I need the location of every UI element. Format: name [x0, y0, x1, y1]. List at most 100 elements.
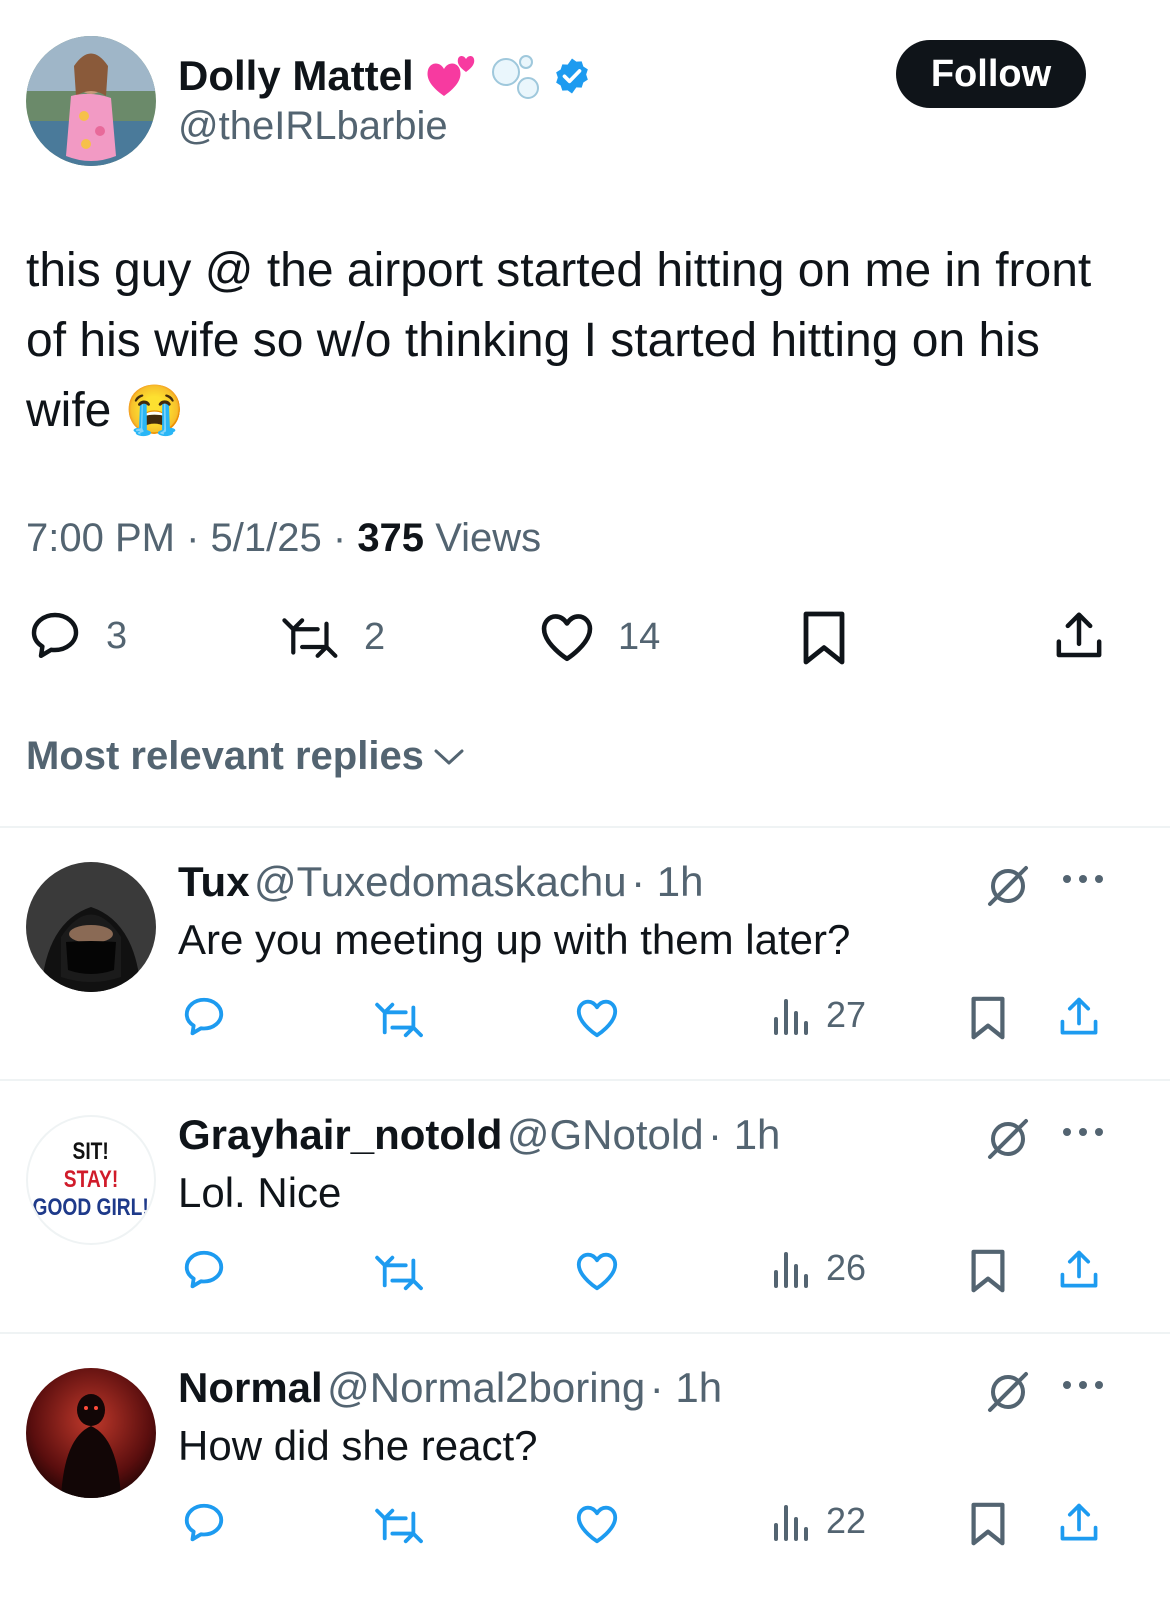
reply-like-button[interactable]	[574, 1502, 620, 1546]
reply-time[interactable]: 1h	[657, 858, 704, 905]
share-button[interactable]	[1052, 608, 1106, 664]
reply-views-count: 22	[826, 1500, 867, 1541]
replies-sort-dropdown[interactable]: Most relevant replies	[26, 734, 466, 779]
reply-views-count: 27	[826, 994, 867, 1035]
hearts-icon	[424, 50, 478, 102]
reply-views-button[interactable]: 22	[772, 1500, 866, 1542]
reply-author-name[interactable]: Tux	[178, 858, 250, 905]
like-count: 14	[618, 615, 661, 658]
like-icon	[574, 1249, 620, 1293]
more-button[interactable]	[1060, 872, 1106, 886]
reply-views-count: 26	[826, 1247, 867, 1288]
reply-like-button[interactable]	[574, 1249, 620, 1293]
bookmark-icon	[800, 608, 848, 668]
reply-avatar[interactable]: SIT! STAY! GOOD GIRL!	[26, 1115, 156, 1245]
more-button[interactable]	[1060, 1125, 1106, 1139]
share-icon	[1056, 1500, 1102, 1546]
follow-button[interactable]: Follow	[896, 40, 1086, 108]
reply-author-handle[interactable]: @Normal2boring	[327, 1364, 645, 1411]
bookmark-icon	[968, 1247, 1008, 1295]
reply-repost-button[interactable]	[372, 1504, 428, 1546]
bookmark-icon	[968, 994, 1008, 1042]
repost-button[interactable]: 2	[280, 612, 385, 662]
crying-emoji: 😭	[124, 384, 185, 437]
reply-icon	[180, 994, 228, 1040]
grok-icon	[984, 862, 1032, 910]
post-meta: 7:00 PM · 5/1/25 · 375 Views	[26, 516, 542, 560]
reply-time[interactable]: 1h	[734, 1111, 781, 1158]
reply-repost-button[interactable]	[372, 1251, 428, 1293]
post-date[interactable]: 5/1/25	[211, 516, 322, 560]
author-avatar[interactable]	[26, 36, 156, 166]
like-icon	[574, 1502, 620, 1546]
reply-views-button[interactable]: 27	[772, 994, 866, 1036]
more-icon	[1060, 1378, 1106, 1392]
post-time[interactable]: 7:00 PM	[26, 516, 175, 560]
reply-text: Are you meeting up with them later?	[178, 916, 851, 963]
grok-button[interactable]	[984, 1368, 1032, 1416]
like-icon	[574, 996, 620, 1040]
reply-share-button[interactable]	[1056, 994, 1102, 1040]
repost-icon	[372, 1504, 428, 1546]
reply-views-button[interactable]: 26	[772, 1247, 866, 1289]
reply-icon	[180, 1247, 228, 1293]
reply-author-handle[interactable]: @GNotold	[507, 1111, 704, 1158]
reply-reply-button[interactable]	[180, 994, 228, 1040]
reply-icon	[26, 608, 84, 664]
reply-reply-button[interactable]	[180, 1500, 228, 1546]
reply-avatar[interactable]	[26, 862, 156, 992]
bubbles-icon	[488, 50, 542, 102]
reply-share-button[interactable]	[1056, 1500, 1102, 1546]
share-icon	[1056, 994, 1102, 1040]
views-icon	[772, 1248, 810, 1288]
reply-share-button[interactable]	[1056, 1247, 1102, 1293]
reply-icon	[180, 1500, 228, 1546]
repost-icon	[372, 998, 428, 1040]
grok-button[interactable]	[984, 1115, 1032, 1163]
more-icon	[1060, 1125, 1106, 1139]
views-count: 375	[357, 516, 425, 560]
reply-item[interactable]: Tux @Tuxedomaskachu · 1h Are you meeting…	[0, 828, 1170, 1078]
like-button[interactable]: 14	[538, 610, 660, 664]
grok-button[interactable]	[984, 862, 1032, 910]
reply-reply-button[interactable]	[180, 1247, 228, 1293]
views-label: Views	[435, 516, 542, 560]
reply-count: 3	[106, 614, 128, 657]
avatar-text-stay: STAY!	[63, 1166, 119, 1193]
reply-bookmark-button[interactable]	[968, 994, 1008, 1042]
reply-text: Lol. Nice	[178, 1169, 342, 1216]
repost-icon	[372, 1251, 428, 1293]
reply-author-name[interactable]: Normal	[178, 1364, 323, 1411]
avatar-text-good-girl: GOOD GIRL!	[32, 1194, 150, 1221]
grok-icon	[984, 1115, 1032, 1163]
repost-icon	[280, 612, 342, 662]
reply-bookmark-button[interactable]	[968, 1500, 1008, 1548]
author-name[interactable]: Dolly Mattel	[178, 52, 414, 100]
share-icon	[1052, 608, 1106, 664]
reply-item[interactable]: Normal @Normal2boring · 1h How did she r…	[0, 1334, 1170, 1617]
repost-count: 2	[364, 615, 386, 658]
post-text: this guy @ the airport started hitting o…	[26, 244, 1092, 437]
like-icon	[538, 610, 596, 664]
grok-icon	[984, 1368, 1032, 1416]
views-icon	[772, 995, 810, 1035]
reply-button[interactable]: 3	[26, 608, 127, 664]
reply-avatar[interactable]	[26, 1368, 156, 1498]
bookmark-button[interactable]	[800, 608, 848, 668]
reply-bookmark-button[interactable]	[968, 1247, 1008, 1295]
post-text-block: this guy @ the airport started hitting o…	[26, 236, 1126, 446]
reply-like-button[interactable]	[574, 996, 620, 1040]
reply-item[interactable]: SIT! STAY! GOOD GIRL! Grayhair_notold @G…	[0, 1081, 1170, 1331]
share-icon	[1056, 1247, 1102, 1293]
more-icon	[1060, 872, 1106, 886]
reply-author-name[interactable]: Grayhair_notold	[178, 1111, 502, 1158]
reply-text: How did she react?	[178, 1422, 538, 1469]
reply-time[interactable]: 1h	[675, 1364, 722, 1411]
more-button[interactable]	[1060, 1378, 1106, 1392]
reply-repost-button[interactable]	[372, 998, 428, 1040]
verified-badge-icon	[552, 56, 592, 96]
reply-author-handle[interactable]: @Tuxedomaskachu	[254, 858, 627, 905]
author-handle[interactable]: @theIRLbarbie	[178, 104, 448, 149]
avatar-text-sit: SIT!	[72, 1138, 110, 1165]
bookmark-icon	[968, 1500, 1008, 1548]
